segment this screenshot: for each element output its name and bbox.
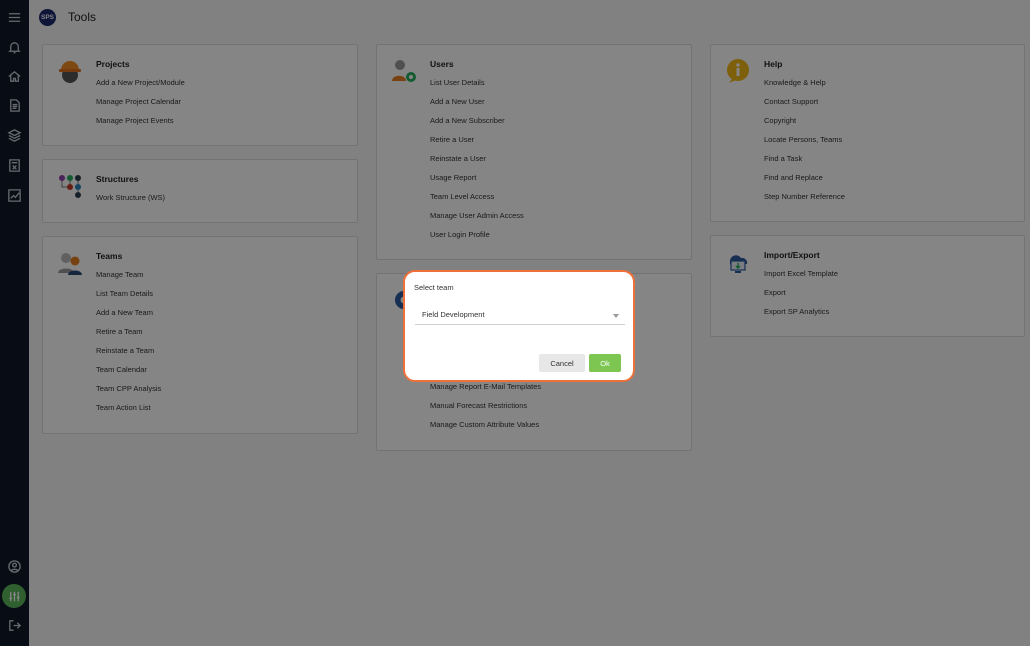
chevron-down-icon[interactable] — [613, 314, 619, 318]
team-select-value: Field Development — [422, 310, 485, 319]
team-select[interactable]: Field Development — [415, 307, 625, 325]
cancel-button[interactable]: Cancel — [539, 354, 585, 372]
ok-button[interactable]: Ok — [589, 354, 621, 372]
select-team-dialog: Select team Field Development Cancel Ok — [403, 270, 635, 382]
dialog-title: Select team — [414, 283, 454, 292]
